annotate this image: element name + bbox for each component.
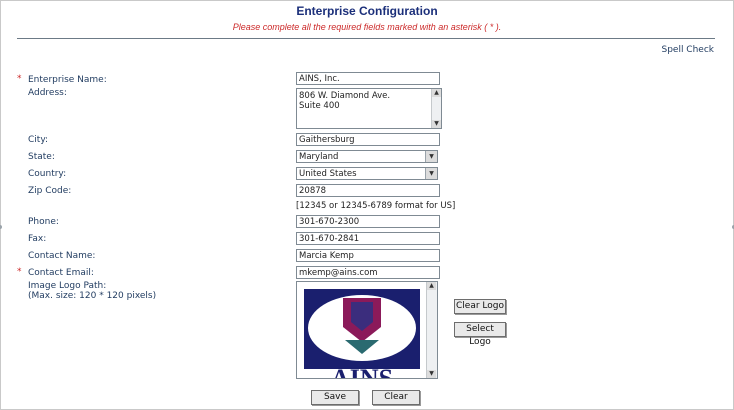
- logo-preview-box: AINS ▲ ▼: [296, 281, 438, 379]
- required-fields-instruction: Please complete all the required fields …: [232, 22, 502, 32]
- state-selected-value: Maryland: [299, 152, 339, 162]
- fax-label: Fax:: [28, 234, 47, 244]
- phone-label: Phone:: [28, 217, 59, 227]
- address-line-1: 806 W. Diamond Ave.: [299, 91, 391, 101]
- clear-logo-button[interactable]: Clear Logo: [454, 299, 506, 314]
- country-selected-value: United States: [299, 169, 357, 179]
- contact-name-field[interactable]: Marcia Kemp: [296, 249, 440, 262]
- header-divider: [17, 38, 715, 39]
- address-label: Address:: [28, 88, 67, 98]
- address-scrollbar[interactable]: ▲ ▼: [431, 89, 441, 128]
- page-title: Enterprise Configuration: [296, 4, 438, 18]
- address-textarea[interactable]: 806 W. Diamond Ave. Suite 400 ▲ ▼: [296, 88, 442, 129]
- city-label: City:: [28, 135, 49, 145]
- contact-email-field[interactable]: mkemp@ains.com: [296, 266, 440, 279]
- enterprise-name-label: Enterprise Name:: [28, 75, 107, 85]
- chevron-down-icon[interactable]: ▼: [425, 168, 437, 179]
- phone-field[interactable]: 301-670-2300: [296, 215, 440, 228]
- scroll-down-arrow-icon[interactable]: ▼: [432, 120, 441, 128]
- required-asterisk: *: [17, 267, 22, 277]
- select-logo-button[interactable]: Select Logo: [454, 322, 506, 347]
- spell-check-link[interactable]: Spell Check: [661, 45, 714, 55]
- logo-scrollbar[interactable]: ▲ ▼: [426, 282, 437, 378]
- state-select[interactable]: Maryland ▼: [296, 150, 438, 163]
- image-logo-path-label: Image Logo Path: (Max. size: 120 * 120 p…: [28, 281, 157, 301]
- contact-email-label: Contact Email:: [28, 268, 94, 278]
- state-label: State:: [28, 152, 55, 162]
- zip-code-field[interactable]: 20878: [296, 184, 440, 197]
- contact-name-label: Contact Name:: [28, 251, 96, 261]
- country-select[interactable]: United States ▼: [296, 167, 438, 180]
- fax-field[interactable]: 301-670-2841: [296, 232, 440, 245]
- country-label: Country:: [28, 169, 67, 179]
- address-line-2: Suite 400: [299, 101, 340, 111]
- chevron-down-icon[interactable]: ▼: [425, 151, 437, 162]
- company-logo-image: AINS: [304, 289, 420, 378]
- scroll-up-arrow-icon[interactable]: ▲: [432, 89, 441, 97]
- scroll-up-arrow-icon[interactable]: ▲: [427, 282, 436, 290]
- city-field[interactable]: Gaithersburg: [296, 133, 440, 146]
- zip-code-label: Zip Code:: [28, 186, 72, 196]
- clear-button[interactable]: Clear: [372, 390, 420, 405]
- save-button[interactable]: Save: [311, 390, 359, 405]
- zip-format-hint: [12345 or 12345-6789 format for US]: [296, 201, 456, 211]
- enterprise-name-field[interactable]: AINS, Inc.: [296, 72, 440, 85]
- required-asterisk: *: [17, 74, 22, 84]
- scroll-down-arrow-icon[interactable]: ▼: [427, 370, 436, 378]
- logo-text: AINS: [331, 364, 393, 378]
